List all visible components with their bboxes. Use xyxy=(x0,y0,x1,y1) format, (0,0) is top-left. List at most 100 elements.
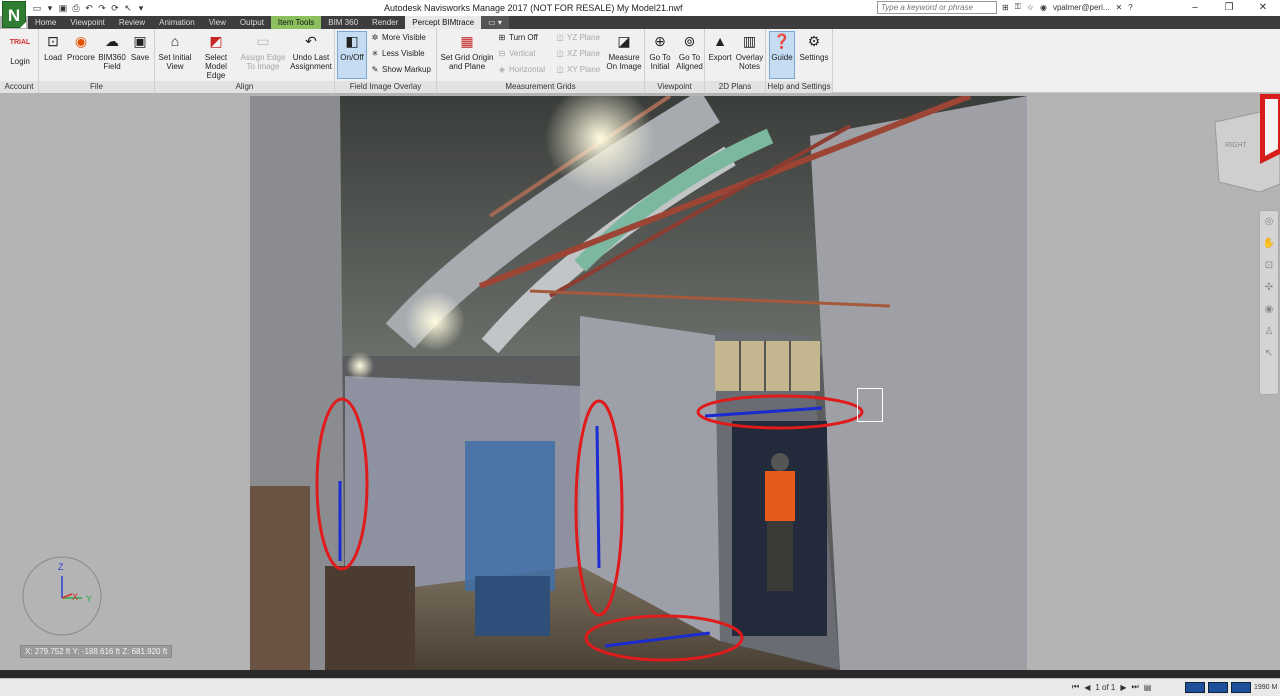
tab-output[interactable]: Output xyxy=(233,16,271,29)
qat-dropdown-icon[interactable]: ▾ xyxy=(136,3,146,13)
favorites-icon[interactable]: ☆ xyxy=(1027,3,1034,12)
measure-icon: ◪ xyxy=(617,33,631,49)
prev-page-icon[interactable]: ◀ xyxy=(1084,683,1090,692)
help-button[interactable]: ? xyxy=(1128,3,1132,12)
overlay-notes-button[interactable]: ▥ Overlay Notes xyxy=(734,32,765,71)
orbit-icon[interactable]: ✣ xyxy=(1260,277,1278,299)
window-title: Autodesk Navisworks Manage 2017 (NOT FOR… xyxy=(384,3,683,13)
undo-last-assignment-button[interactable]: ↶ Undo Last Assignment xyxy=(288,32,334,71)
tab-bim360[interactable]: BIM 360 xyxy=(321,16,365,29)
show-markup-button[interactable]: ✎ Show Markup xyxy=(370,64,431,76)
settings-label: Settings xyxy=(799,53,829,62)
steering-wheel-icon[interactable]: ◎ xyxy=(1260,211,1278,233)
minimize-button[interactable]: – xyxy=(1178,0,1212,16)
new-file-icon[interactable]: ▭ xyxy=(32,3,42,13)
bim360-field-button[interactable]: ☁ BIM360 Field xyxy=(97,32,127,71)
measure-on-image-button[interactable]: ◪ Measure On Image xyxy=(605,32,643,71)
open-file-icon[interactable]: ▾ xyxy=(45,3,55,13)
select-model-edge-button[interactable]: ◩ Select Model Edge xyxy=(195,32,237,80)
xy-plane-icon: ◫ xyxy=(556,65,564,74)
viewcube[interactable]: RIGHT xyxy=(1205,94,1280,194)
cloud-icon: ☁ xyxy=(105,33,119,49)
refresh-icon[interactable]: ⟳ xyxy=(110,3,120,13)
ribbon-display-toggle[interactable]: ▭ ▾ xyxy=(481,16,509,29)
window-controls: – ❐ ✕ xyxy=(1178,0,1280,16)
login-button[interactable]: TRIAL Login xyxy=(4,32,36,66)
binoculars-icon[interactable]: ⊞ xyxy=(1002,3,1009,12)
go-aligned-label: Go To Aligned xyxy=(676,53,703,71)
pan-hand-icon[interactable]: ✋ xyxy=(1260,233,1278,255)
close-button[interactable]: ✕ xyxy=(1246,0,1280,16)
walk-icon[interactable]: ♙ xyxy=(1260,321,1278,343)
print-icon[interactable]: ⎙ xyxy=(71,3,81,13)
panel-2d-plans: ▲ Export ▥ Overlay Notes 2D Plans xyxy=(705,29,766,93)
overlay-on-off-button[interactable]: ◧ On/Off xyxy=(337,31,367,79)
restore-button[interactable]: ❐ xyxy=(1212,0,1246,16)
tab-view[interactable]: View xyxy=(202,16,233,29)
yz-plane-button[interactable]: ◫ YZ Plane xyxy=(555,32,600,44)
zoom-window-icon[interactable]: ⊡ xyxy=(1260,255,1278,277)
vertical-grid-button[interactable]: ⊟ Vertical xyxy=(497,48,536,60)
last-page-icon[interactable]: ⏭ xyxy=(1132,682,1139,692)
panel-2d-plans-label: 2D Plans xyxy=(705,81,765,93)
tab-review[interactable]: Review xyxy=(112,16,152,29)
user-icon[interactable]: ◉ xyxy=(1040,3,1047,12)
less-visible-button[interactable]: ✳ Less Visible xyxy=(370,48,425,60)
3d-viewport[interactable]: RIGHT ◎ ✋ ⊡ ✣ ◉ ♙ ↖ Z X Y X: 279.752 ft … xyxy=(0,94,1280,678)
look-icon[interactable]: ◉ xyxy=(1260,299,1278,321)
tab-render[interactable]: Render xyxy=(365,16,405,29)
more-visible-button[interactable]: ✲ More Visible xyxy=(370,32,426,44)
go-to-initial-button[interactable]: ⊕ Go To Initial xyxy=(646,32,674,71)
pencil-progress-icon xyxy=(1185,682,1205,693)
trial-badge: TRIAL xyxy=(9,39,31,46)
panel-file-label: File xyxy=(39,81,154,93)
save-button[interactable]: ▣ Save xyxy=(128,32,152,62)
undo-icon[interactable]: ↶ xyxy=(84,3,94,13)
redo-icon[interactable]: ↷ xyxy=(97,3,107,13)
guide-button[interactable]: ❓ Guide xyxy=(769,31,795,79)
select-icon[interactable]: ↖ xyxy=(123,3,133,13)
application-menu-button[interactable]: N xyxy=(2,1,26,28)
tab-animation[interactable]: Animation xyxy=(152,16,202,29)
horizontal-grid-button[interactable]: ◈ Horizontal xyxy=(497,64,545,76)
panel-align-label: Align xyxy=(155,81,334,93)
more-visible-icon: ✲ xyxy=(371,33,379,42)
set-initial-view-button[interactable]: ⌂ Set Initial View xyxy=(156,32,194,71)
tab-viewpoint[interactable]: Viewpoint xyxy=(63,16,112,29)
navisworks-window: ▭ ▾ ▣ ⎙ ↶ ↷ ⟳ ↖ ▾ Autodesk Navisworks Ma… xyxy=(0,0,1280,696)
save-icon[interactable]: ▣ xyxy=(58,3,68,13)
go-to-aligned-button[interactable]: ⊚ Go To Aligned xyxy=(675,32,704,71)
load-button[interactable]: ⊡ Load xyxy=(41,32,65,62)
select-arrow-icon[interactable]: ↖ xyxy=(1260,343,1278,365)
first-page-icon[interactable]: ⏮ xyxy=(1072,682,1079,692)
user-name[interactable]: vpalmer@peri... xyxy=(1053,3,1110,12)
home-icon: ⌂ xyxy=(170,33,180,49)
xy-plane-button[interactable]: ◫ XY Plane xyxy=(555,64,600,76)
tab-home[interactable]: Home xyxy=(28,16,63,29)
panel-account-label: Account xyxy=(0,81,38,93)
search-input[interactable]: Type a keyword or phrase xyxy=(877,1,997,14)
viewcube-face-label: RIGHT xyxy=(1225,142,1247,149)
assign-edge-icon: ▭ xyxy=(256,33,270,49)
export-button[interactable]: ▲ Export xyxy=(706,32,734,62)
sheet-browser-icon[interactable]: ▤ xyxy=(1144,683,1152,692)
panel-field-image-overlay: ◧ On/Off ✲ More Visible ✳ Less Visible ✎ Sh… xyxy=(335,29,437,93)
exchange-icon[interactable]: ✕ xyxy=(1116,3,1123,12)
cursor-selection-box xyxy=(857,388,883,422)
disk-progress-icon xyxy=(1208,682,1228,693)
assign-edge-button[interactable]: ▭ Assign Edge To Image xyxy=(239,32,287,71)
tab-item-tools[interactable]: Item Tools xyxy=(270,16,322,29)
construction-site-photo xyxy=(250,96,1027,670)
bim360-field-label: BIM360 Field xyxy=(98,53,126,71)
turn-off-grid-button[interactable]: ⊞ Turn Off xyxy=(497,32,538,44)
xz-plane-button[interactable]: ◫ XZ Plane xyxy=(555,48,600,60)
field-image-overlay[interactable] xyxy=(250,96,1027,670)
target-icon: ⊚ xyxy=(683,33,696,49)
next-page-icon[interactable]: ▶ xyxy=(1120,683,1126,692)
subscription-icon[interactable]: ⚿ xyxy=(1015,2,1021,12)
set-grid-origin-button[interactable]: ▦ Set Grid Origin and Plane xyxy=(439,32,495,71)
tab-percept-bimtrace[interactable]: Percept BIMtrace xyxy=(405,16,482,29)
procore-button[interactable]: ◉ Procore xyxy=(66,32,96,62)
export-arrow-icon: ▲ xyxy=(713,33,727,49)
settings-button[interactable]: ⚙ Settings xyxy=(797,32,831,62)
